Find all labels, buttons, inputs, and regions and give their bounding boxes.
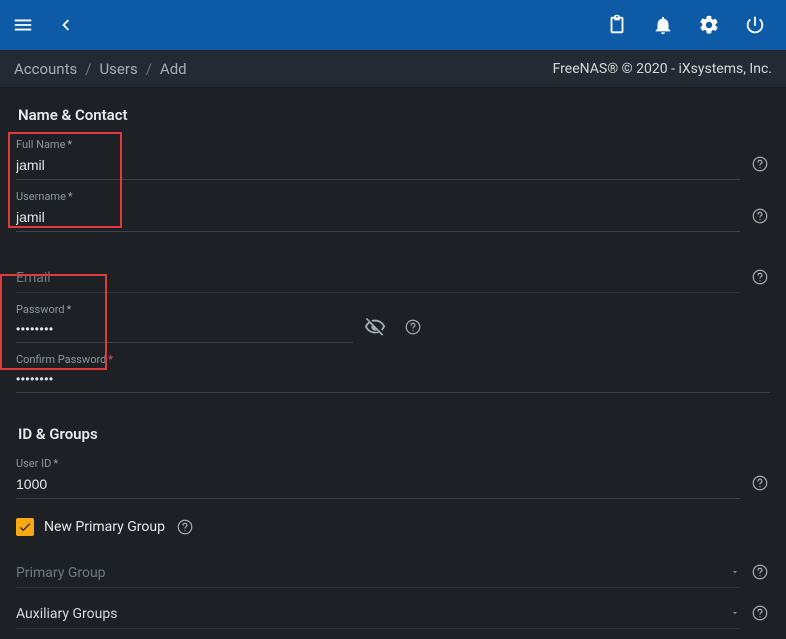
- topbar-right: [606, 14, 774, 36]
- email-label[interactable]: Email: [16, 262, 740, 293]
- chevron-down-icon: [730, 565, 740, 581]
- breadcrumb: Accounts / Users / Add: [14, 60, 187, 78]
- field-primary-group: Primary Group: [16, 557, 740, 588]
- breadcrumb-row: Accounts / Users / Add FreeNAS® © 2020 -…: [0, 50, 786, 88]
- field-password: Password*: [16, 303, 353, 343]
- username-label: Username*: [16, 190, 740, 203]
- eye-off-icon[interactable]: [363, 315, 387, 339]
- field-row-primary-group: Primary Group: [16, 557, 770, 588]
- power-icon[interactable]: [744, 14, 766, 36]
- confirm-password-input[interactable]: [16, 368, 770, 393]
- breadcrumb-separator: /: [146, 60, 152, 78]
- field-row-email: Email: [16, 262, 770, 293]
- full-name-label: Full Name*: [16, 138, 740, 151]
- section-title-id-groups: ID & Groups: [18, 425, 770, 443]
- field-username: Username*: [16, 190, 740, 232]
- field-user-id: User ID*: [16, 457, 740, 499]
- field-row-user-id: User ID*: [16, 457, 770, 499]
- primary-group-select[interactable]: Primary Group: [16, 557, 740, 588]
- help-icon[interactable]: [750, 206, 770, 226]
- confirm-password-label: Confirm Password*: [16, 353, 770, 366]
- field-row-full-name: Full Name*: [16, 138, 770, 180]
- content-panel[interactable]: Name & Contact Full Name* Username* Emai…: [0, 88, 786, 639]
- field-row-confirm-password: Confirm Password*: [16, 353, 770, 393]
- topbar-left: [12, 14, 76, 36]
- user-id-input[interactable]: [16, 472, 740, 499]
- breadcrumb-users[interactable]: Users: [99, 60, 137, 78]
- username-input[interactable]: [16, 205, 740, 232]
- field-confirm-password: Confirm Password*: [16, 353, 770, 393]
- field-row-username: Username*: [16, 190, 770, 232]
- copyright-text: FreeNAS® © 2020 - iXsystems, Inc.: [553, 61, 772, 77]
- back-icon[interactable]: [54, 14, 76, 36]
- new-primary-group-label: New Primary Group: [44, 519, 165, 535]
- help-icon[interactable]: [750, 154, 770, 174]
- help-icon[interactable]: [750, 562, 770, 582]
- auxiliary-groups-select[interactable]: Auxiliary Groups: [16, 598, 740, 629]
- field-full-name: Full Name*: [16, 138, 740, 180]
- bell-icon[interactable]: [652, 14, 674, 36]
- breadcrumb-add[interactable]: Add: [160, 60, 187, 78]
- breadcrumb-accounts[interactable]: Accounts: [14, 60, 77, 78]
- password-label: Password*: [16, 303, 353, 316]
- full-name-input[interactable]: [16, 153, 740, 180]
- help-icon[interactable]: [403, 317, 423, 337]
- checkbox-row-new-primary-group: New Primary Group: [16, 517, 770, 537]
- user-id-label: User ID*: [16, 457, 740, 470]
- help-icon[interactable]: [175, 517, 195, 537]
- clipboard-icon[interactable]: [606, 14, 628, 36]
- breadcrumb-separator: /: [85, 60, 91, 78]
- field-row-auxiliary-groups: Auxiliary Groups: [16, 598, 770, 629]
- new-primary-group-checkbox[interactable]: [16, 518, 34, 536]
- password-input[interactable]: [16, 318, 353, 343]
- help-icon[interactable]: [750, 603, 770, 623]
- field-auxiliary-groups: Auxiliary Groups: [16, 598, 740, 629]
- field-row-password: Password*: [16, 303, 770, 343]
- section-title-name-contact: Name & Contact: [18, 106, 770, 124]
- chevron-down-icon: [730, 606, 740, 622]
- gear-icon[interactable]: [698, 14, 720, 36]
- menu-icon[interactable]: [12, 14, 34, 36]
- field-email: Email: [16, 262, 740, 293]
- help-icon[interactable]: [750, 267, 770, 287]
- topbar: [0, 0, 786, 50]
- help-icon[interactable]: [750, 473, 770, 493]
